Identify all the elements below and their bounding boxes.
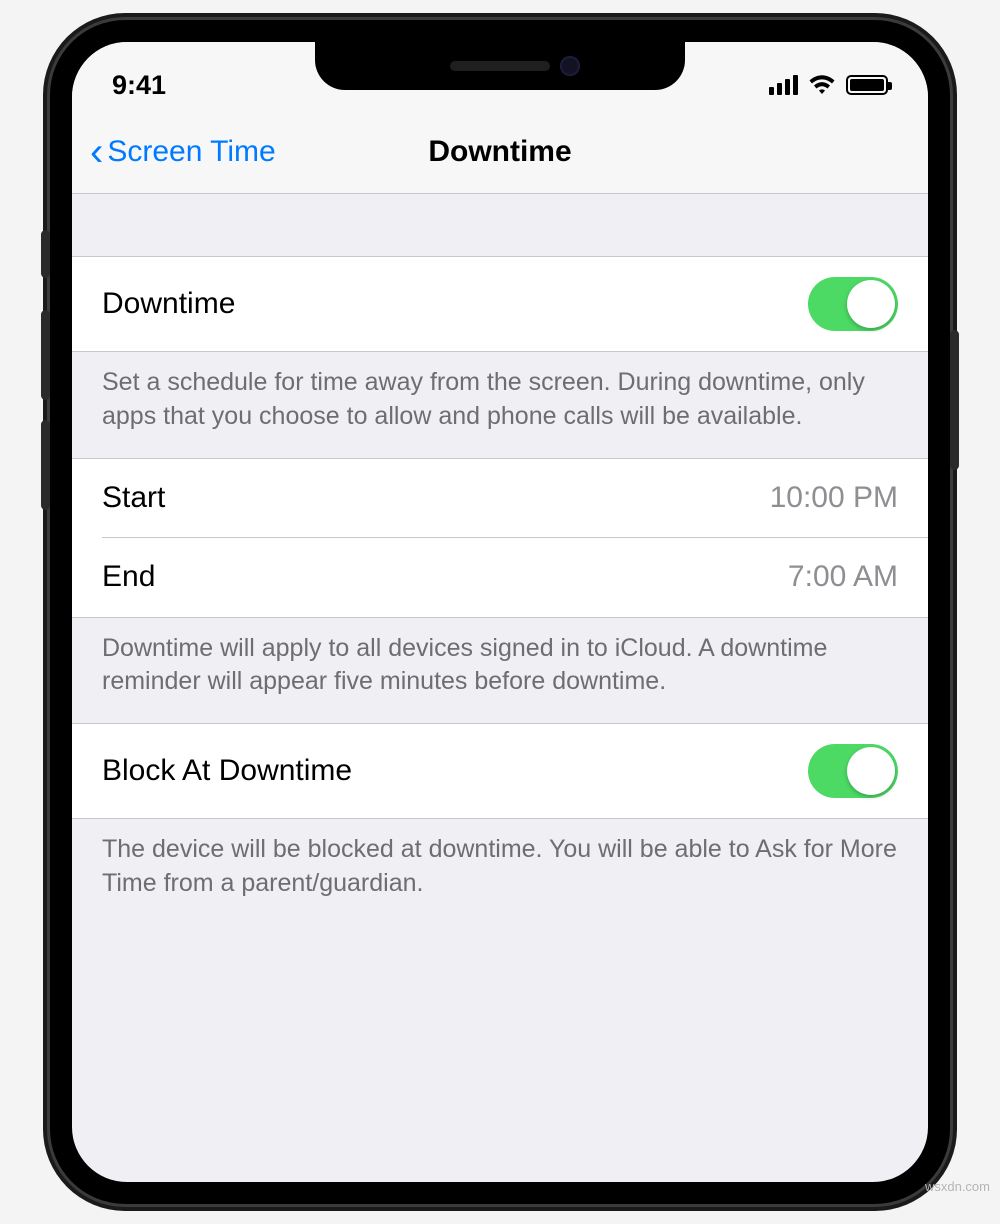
- back-button[interactable]: ‹ Screen Time: [90, 135, 276, 169]
- settings-content: Downtime Set a schedule for time away fr…: [72, 194, 928, 925]
- start-value: 10:00 PM: [770, 481, 898, 515]
- block-footer: The device will be blocked at downtime. …: [72, 819, 928, 925]
- schedule-footer: Downtime will apply to all devices signe…: [72, 618, 928, 724]
- downtime-switch[interactable]: [808, 277, 898, 331]
- phone-frame: 9:41 ‹ Screen Time Downtime: [50, 20, 950, 1204]
- downtime-footer: Set a schedule for time away from the sc…: [72, 352, 928, 458]
- back-label: Screen Time: [107, 135, 275, 169]
- chevron-left-icon: ‹: [90, 140, 103, 164]
- power-button: [950, 330, 959, 470]
- speaker-grille: [450, 61, 550, 71]
- downtime-toggle-row: Downtime: [72, 256, 928, 352]
- notch: [315, 42, 685, 90]
- front-camera: [560, 56, 580, 76]
- end-label: End: [102, 560, 155, 594]
- start-label: Start: [102, 481, 165, 515]
- volume-down-button: [41, 420, 50, 510]
- block-label: Block At Downtime: [102, 754, 352, 788]
- end-value: 7:00 AM: [788, 560, 898, 594]
- end-time-row[interactable]: End 7:00 AM: [72, 538, 928, 618]
- status-icons: [769, 74, 888, 96]
- screen: 9:41 ‹ Screen Time Downtime: [72, 42, 928, 1182]
- start-time-row[interactable]: Start 10:00 PM: [72, 458, 928, 538]
- watermark: wsxdn.com: [925, 1179, 990, 1194]
- block-switch[interactable]: [808, 744, 898, 798]
- volume-up-button: [41, 310, 50, 400]
- cellular-icon: [769, 75, 798, 95]
- switch-knob: [847, 280, 895, 328]
- page-title: Downtime: [428, 135, 571, 169]
- status-time: 9:41: [112, 70, 166, 101]
- downtime-label: Downtime: [102, 287, 235, 321]
- mute-switch: [41, 230, 50, 278]
- switch-knob: [847, 747, 895, 795]
- block-toggle-row: Block At Downtime: [72, 723, 928, 819]
- wifi-icon: [808, 74, 836, 96]
- battery-icon: [846, 75, 888, 95]
- nav-bar: ‹ Screen Time Downtime: [72, 114, 928, 194]
